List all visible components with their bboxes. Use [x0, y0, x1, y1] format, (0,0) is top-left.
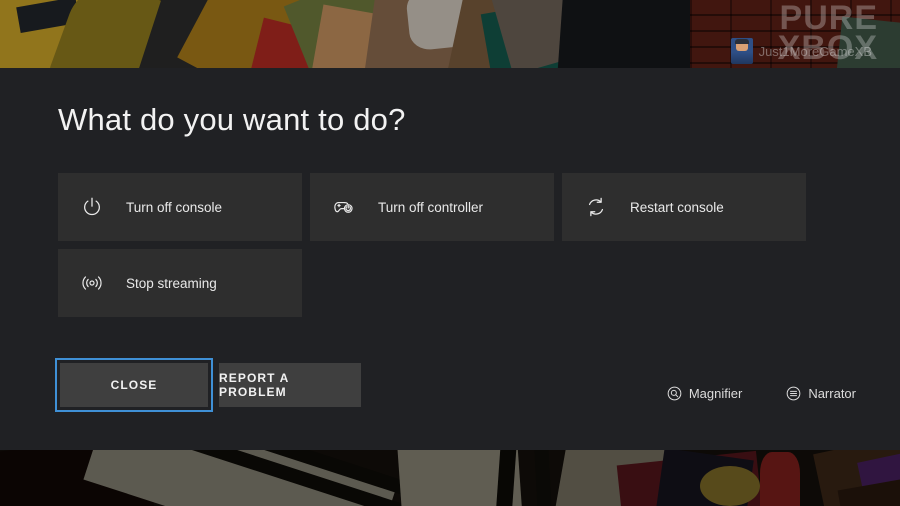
controller-power-icon [332, 195, 356, 219]
gamertag-label: Just1MoreGameXB [758, 43, 872, 59]
option-stop-streaming[interactable]: Stop streaming [58, 249, 302, 317]
power-options-grid: Turn off console Turn off controller Res… [58, 173, 848, 325]
accessibility-shortcuts: Magnifier Narrator [667, 386, 856, 401]
power-menu-overlay: What do you want to do? Turn off console [0, 68, 900, 450]
restart-icon [584, 195, 608, 219]
magnifier-shortcut[interactable]: Magnifier [667, 386, 742, 401]
option-label: Turn off controller [378, 199, 484, 215]
option-turn-off-controller[interactable]: Turn off controller [310, 173, 554, 241]
power-options-row-2: Stop streaming [58, 249, 848, 317]
magnifier-icon [667, 386, 682, 401]
magnifier-label: Magnifier [688, 386, 743, 401]
report-a-problem-button[interactable]: REPORT A PROBLEM [219, 363, 361, 407]
power-icon [80, 195, 104, 219]
option-label: Stop streaming [126, 275, 217, 291]
option-turn-off-console[interactable]: Turn off console [58, 173, 302, 241]
gamertag-display: Just1MoreGameXB [730, 38, 872, 64]
option-label: Turn off console [126, 199, 223, 215]
xbox-power-menu-screen: PURE XBOX Just1MoreGameXB What do you wa… [0, 0, 900, 506]
dialog-action-buttons: CLOSE REPORT A PROBLEM [55, 358, 361, 412]
page-title: What do you want to do? [58, 102, 406, 137]
narrator-label: Narrator [808, 386, 856, 401]
narrator-shortcut[interactable]: Narrator [786, 386, 856, 401]
narrator-icon [786, 386, 801, 401]
broadcast-icon [80, 271, 104, 295]
option-restart-console[interactable]: Restart console [562, 173, 806, 241]
option-label: Restart console [630, 199, 724, 215]
avatar [730, 38, 753, 64]
close-button-wrapper: CLOSE [55, 358, 213, 412]
power-options-row-1: Turn off console Turn off controller Res… [58, 173, 848, 241]
background-art-bottom [0, 448, 900, 506]
focus-indicator [55, 358, 213, 412]
